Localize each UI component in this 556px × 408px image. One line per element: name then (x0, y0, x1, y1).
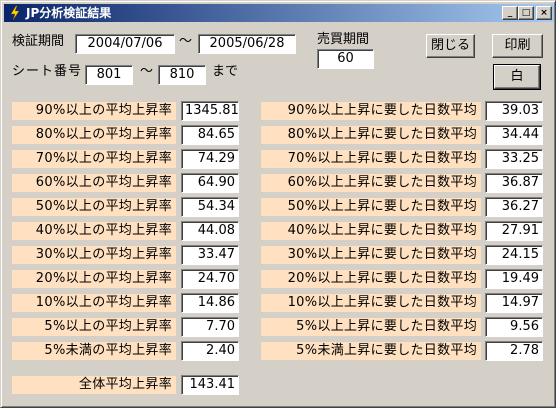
right-row-value[interactable]: 9.56 (485, 317, 543, 337)
right-row-value[interactable]: 34.44 (485, 125, 543, 145)
total-average-value[interactable]: 143.41 (181, 375, 239, 395)
left-row-label: 40%以上の平均上昇率 (12, 222, 176, 240)
close-window-button[interactable]: × (536, 6, 552, 20)
right-row-value[interactable]: 19.49 (485, 269, 543, 289)
sheet-to-field[interactable]: 810 (158, 65, 206, 85)
right-row-value[interactable]: 36.27 (485, 197, 543, 217)
left-row-value[interactable]: 33.47 (181, 245, 239, 265)
trade-period-field[interactable]: 60 (317, 49, 374, 69)
right-row-label: 5%以上上昇に要した日数平均 (261, 318, 481, 336)
left-row-label: 10%以上の平均上昇率 (12, 294, 176, 312)
maximize-button[interactable]: □ (518, 6, 534, 20)
left-row-value[interactable]: 64.90 (181, 173, 239, 193)
trade-period-label: 売買期間 (317, 32, 370, 47)
right-row-value[interactable]: 14.97 (485, 293, 543, 313)
date-from-field[interactable]: 2004/07/06 (75, 34, 175, 54)
right-row-label: 40%以上上昇に要した日数平均 (261, 222, 481, 240)
tilde-separator: 〜 (140, 64, 154, 79)
total-average-label: 全体平均上昇率 (12, 376, 176, 394)
left-row-value[interactable]: 24.70 (181, 269, 239, 289)
right-row-label: 5%未満上昇に要した日数平均 (261, 342, 481, 360)
left-row-value[interactable]: 54.34 (181, 197, 239, 217)
left-row-label: 90%以上の平均上昇率 (12, 102, 176, 120)
period-label: 検証期間 (12, 34, 65, 49)
left-row-label: 30%以上の平均上昇率 (12, 246, 176, 264)
right-row-value[interactable]: 39.03 (485, 101, 543, 121)
sheet-number-label: シート番号 (12, 64, 83, 79)
right-row-label: 20%以上上昇に要した日数平均 (261, 270, 481, 288)
right-row-value[interactable]: 27.91 (485, 221, 543, 241)
right-row-label: 60%以上上昇に要した日数平均 (261, 174, 481, 192)
right-row-label: 10%以上上昇に要した日数平均 (261, 294, 481, 312)
left-row-value[interactable]: 44.08 (181, 221, 239, 241)
right-row-value[interactable]: 24.15 (485, 245, 543, 265)
right-row-label: 70%以上上昇に要した日数平均 (261, 150, 481, 168)
sheet-from-field[interactable]: 801 (85, 65, 133, 85)
right-row-label: 90%以上上昇に要した日数平均 (261, 102, 481, 120)
left-row-value[interactable]: 7.70 (181, 317, 239, 337)
lightning-icon (10, 5, 20, 21)
left-row-label: 20%以上の平均上昇率 (12, 270, 176, 288)
left-row-value[interactable]: 1345.81 (181, 101, 239, 121)
minimize-button[interactable]: _ (502, 6, 518, 20)
right-row-value[interactable]: 2.78 (485, 341, 543, 361)
left-row-value[interactable]: 2.40 (181, 341, 239, 361)
left-row-label: 60%以上の平均上昇率 (12, 174, 176, 192)
right-row-label: 50%以上上昇に要した日数平均 (261, 198, 481, 216)
left-row-label: 70%以上の平均上昇率 (12, 150, 176, 168)
left-row-value[interactable]: 84.65 (181, 125, 239, 145)
right-row-value[interactable]: 36.87 (485, 173, 543, 193)
date-to-field[interactable]: 2005/06/28 (198, 34, 296, 54)
left-row-value[interactable]: 14.86 (181, 293, 239, 313)
left-row-label: 50%以上の平均上昇率 (12, 198, 176, 216)
left-row-label: 5%以上の平均上昇率 (12, 318, 176, 336)
right-row-label: 30%以上上昇に要した日数平均 (261, 246, 481, 264)
left-row-label: 5%未満の平均上昇率 (12, 342, 176, 360)
print-button[interactable]: 印刷 (492, 34, 543, 58)
left-row-value[interactable]: 74.29 (181, 149, 239, 169)
window-title: JP分析検証結果 (26, 6, 112, 20)
right-row-label: 80%以上上昇に要した日数平均 (261, 126, 481, 144)
right-row-value[interactable]: 33.25 (485, 149, 543, 169)
made-label: まで (212, 64, 239, 79)
white-button[interactable]: 白 (493, 64, 541, 90)
close-button[interactable]: 閉じる (426, 34, 475, 58)
app-window: JP分析検証結果 _ □ × 検証期間 2004/07/06 〜 2005/06… (0, 0, 556, 408)
left-row-label: 80%以上の平均上昇率 (12, 126, 176, 144)
title-bar[interactable]: JP分析検証結果 _ □ × (4, 4, 554, 22)
tilde-separator: 〜 (179, 34, 193, 49)
